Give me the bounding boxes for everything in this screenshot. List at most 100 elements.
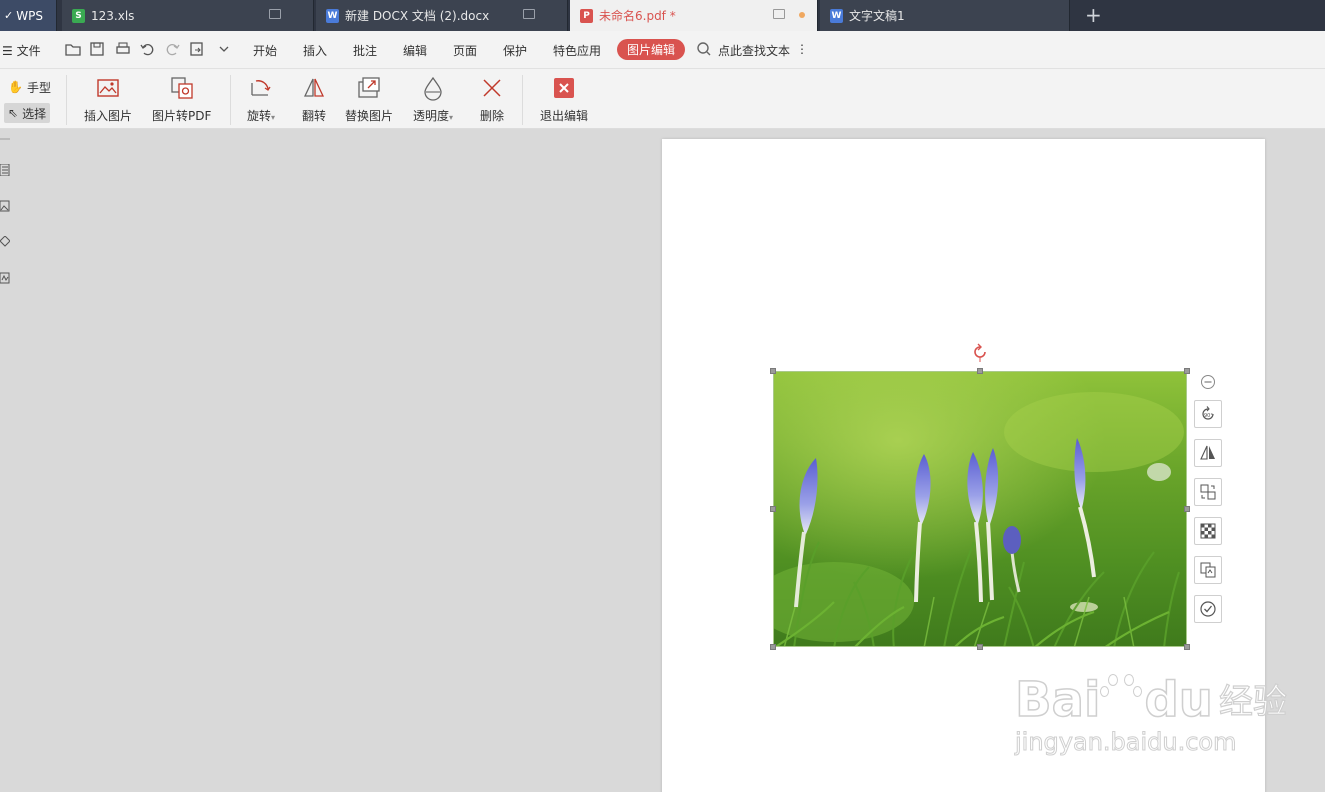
bookmark-tag-icon[interactable] — [0, 236, 10, 248]
monitor-icon[interactable] — [523, 9, 535, 19]
hand-tool-label: 手型 — [26, 80, 51, 95]
tab-label: 新建 DOCX 文档 (2).docx — [345, 9, 490, 23]
menu-item-start[interactable]: 开始 — [253, 42, 277, 59]
checker-transparency-icon — [1200, 523, 1216, 539]
menu-item-features[interactable]: 特色应用 — [553, 42, 601, 59]
image-to-pdf-button[interactable]: 图片转PDF — [152, 75, 211, 124]
check-circle-icon — [1200, 601, 1216, 617]
wps-logo-icon: ✓ — [4, 9, 14, 22]
undo-icon[interactable] — [138, 40, 156, 58]
collapse-minus-icon[interactable] — [1200, 374, 1216, 390]
resize-handle-w[interactable] — [770, 506, 776, 512]
rotate-90-button[interactable]: 90° — [1194, 400, 1222, 428]
rotate-icon — [251, 80, 271, 96]
file-menu-label: 文件 — [16, 44, 41, 58]
delete-label: 删除 — [479, 109, 504, 123]
export-icon[interactable] — [188, 40, 206, 58]
rotate-button[interactable]: 旋转▾ — [247, 75, 275, 124]
tab-pdf-active[interactable]: P 未命名6.pdf * — [570, 0, 818, 31]
hamburger-icon: ☰ — [2, 44, 13, 58]
customize-dropdown-icon[interactable] — [215, 40, 233, 58]
tab-doc[interactable]: W 文字文稿1 — [820, 0, 1070, 31]
svg-text:90°: 90° — [1204, 413, 1213, 419]
resize-handle-sw[interactable] — [770, 644, 776, 650]
divider — [522, 75, 523, 125]
redo-icon[interactable] — [164, 40, 182, 58]
outline-list-icon[interactable] — [0, 164, 10, 176]
hand-tool[interactable]: ✋ 手型 — [4, 77, 55, 97]
baidu-paw-icon — [1100, 670, 1144, 730]
menu-item-page[interactable]: 页面 — [453, 42, 477, 59]
save-icon[interactable] — [88, 40, 106, 58]
divider — [66, 75, 67, 125]
crocus-photo-image — [774, 372, 1186, 646]
flip-tool-button[interactable] — [1194, 439, 1222, 467]
file-menu[interactable]: ☰ 文件 — [2, 42, 41, 59]
exit-x-icon — [554, 78, 574, 98]
image-to-pdf-label: 图片转PDF — [152, 109, 212, 123]
hand-icon: ✋ — [8, 80, 23, 94]
resize-handle-e[interactable] — [1184, 506, 1190, 512]
transparency-button[interactable]: 透明度▾ — [413, 75, 453, 124]
menu-item-image-edit[interactable]: 图片编辑 — [617, 39, 685, 60]
pdf-file-icon: P — [580, 8, 593, 23]
menu-item-comment[interactable]: 批注 — [353, 42, 377, 59]
writer-file-icon: W — [830, 8, 843, 23]
resize-handle-ne[interactable] — [1184, 368, 1190, 374]
writer-file-icon: W — [326, 8, 339, 23]
exit-edit-button[interactable]: 退出编辑 — [540, 75, 588, 124]
transparency-tool-button[interactable] — [1194, 517, 1222, 545]
menu-item-insert[interactable]: 插入 — [303, 42, 327, 59]
delete-x-icon — [483, 79, 501, 97]
confirm-tool-button[interactable] — [1194, 595, 1222, 623]
search-icon[interactable] — [696, 41, 712, 57]
collapse-handle-icon[interactable] — [0, 138, 10, 140]
divider — [230, 75, 231, 125]
replace-image-button[interactable]: 替换图片 — [345, 75, 393, 124]
monitor-icon[interactable] — [773, 9, 785, 19]
flip-icon — [303, 78, 325, 97]
resize-handle-nw[interactable] — [770, 368, 776, 374]
tab-xls[interactable]: S 123.xls — [62, 0, 314, 31]
monitor-icon[interactable] — [269, 9, 281, 19]
wps-label: WPS — [16, 8, 43, 23]
new-tab-plus-icon[interactable]: + — [1085, 4, 1102, 26]
print-icon[interactable] — [114, 40, 132, 58]
flip-label: 翻转 — [301, 109, 326, 123]
select-tool-label: 选择 — [22, 106, 47, 121]
menu-item-protect[interactable]: 保护 — [503, 42, 527, 59]
unsaved-dot-icon — [799, 12, 805, 18]
watermark-brand2: du — [1144, 671, 1214, 729]
image-to-pdf-icon — [171, 77, 193, 99]
delete-button[interactable]: 删除 — [479, 75, 505, 124]
baidu-jingyan-watermark: Bai du 经验 jingyan.baidu.com — [1014, 650, 1287, 757]
water-drop-icon — [424, 76, 442, 101]
wps-home-tab[interactable]: ✓ WPS — [0, 0, 57, 31]
replace-image-label: 替换图片 — [345, 109, 394, 123]
thumbnail-image-icon[interactable] — [0, 200, 10, 212]
image-icon — [97, 79, 119, 97]
more-menu-icon[interactable]: ⋮ — [796, 42, 808, 56]
spreadsheet-file-icon: S — [72, 8, 85, 23]
insert-image-button[interactable]: 插入图片 — [84, 75, 132, 124]
resize-handle-s[interactable] — [977, 644, 983, 650]
select-tool[interactable]: ⇖ 选择 — [4, 103, 51, 123]
image-to-pdf-tool-button[interactable] — [1194, 556, 1222, 584]
search-text-label[interactable]: 点此查找文本 — [718, 42, 790, 59]
rotate-90-icon: 90° — [1202, 406, 1214, 420]
replace-image-icon — [358, 77, 380, 98]
signature-icon[interactable] — [0, 272, 10, 284]
tab-docx[interactable]: W 新建 DOCX 文档 (2).docx — [316, 0, 568, 31]
watermark-url: jingyan.baidu.com — [1015, 728, 1237, 757]
tab-label: 123.xls — [91, 8, 135, 23]
open-folder-icon[interactable] — [64, 40, 82, 58]
watermark-cn: 经验 — [1218, 681, 1287, 722]
flip-button[interactable]: 翻转 — [301, 75, 327, 124]
ribbon-toolbar: ✋ 手型 ⇖ 选择 插入图片 图片转PDF 旋转▾ 翻转 替换图片 透明度▾ 删… — [0, 69, 1325, 129]
replace-tool-button[interactable] — [1194, 478, 1222, 506]
selected-crocus-photo[interactable] — [773, 371, 1187, 647]
menu-item-edit[interactable]: 编辑 — [403, 42, 427, 59]
swap-image-icon — [1200, 484, 1216, 500]
rotate-handle-icon[interactable] — [970, 342, 990, 362]
resize-handle-n[interactable] — [977, 368, 983, 374]
